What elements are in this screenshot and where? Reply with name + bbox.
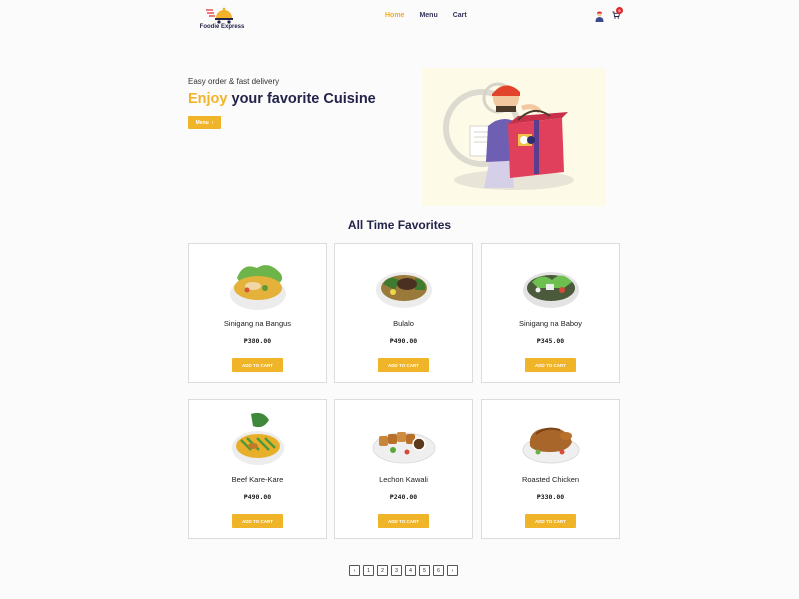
- hero-menu-button-label: Menu: [195, 119, 209, 126]
- product-price: ₱240.00: [389, 493, 418, 501]
- delivery-man-illustration: [443, 82, 574, 190]
- nav-home[interactable]: Home: [385, 12, 404, 19]
- hero-menu-button[interactable]: Menu ›: [188, 116, 221, 129]
- add-to-cart-button[interactable]: ADD TO CART: [232, 514, 283, 528]
- product-price: ₱490.00: [243, 493, 272, 501]
- roasted-chicken-image: [522, 427, 580, 464]
- hero-title-accent: Enjoy: [188, 91, 228, 107]
- sinigang-na-bangus-image: [230, 265, 286, 310]
- nav-menu[interactable]: Menu: [419, 12, 437, 19]
- pagination: ‹ 1 2 3 4 5 6 ›: [349, 565, 458, 576]
- main-nav: Home Menu Cart: [385, 12, 467, 19]
- product-card: Bulalo ₱490.00 ADD TO CART: [334, 243, 473, 383]
- pagination-page-6[interactable]: 6: [433, 565, 444, 576]
- hero-subtitle: Easy order & fast delivery: [188, 77, 280, 86]
- sinigang-na-baboy-image: [523, 272, 579, 308]
- hero-illustration: [422, 68, 606, 206]
- product-name: Lechon Kawali: [379, 475, 428, 484]
- product-price: ₱380.00: [243, 337, 272, 345]
- pagination-prev-button[interactable]: ‹: [349, 565, 360, 576]
- product-card: Lechon Kawali ₱240.00 ADD TO CART: [334, 399, 473, 539]
- product-card: Roasted Chicken ₱330.00 ADD TO CART: [481, 399, 620, 539]
- add-to-cart-button[interactable]: ADD TO CART: [378, 514, 429, 528]
- header: Foodie Express Home Menu Cart 0: [0, 0, 799, 36]
- add-to-cart-button[interactable]: ADD TO CART: [525, 514, 576, 528]
- product-price: ₱490.00: [389, 337, 418, 345]
- add-to-cart-button[interactable]: ADD TO CART: [232, 358, 283, 372]
- product-name: Roasted Chicken: [521, 475, 580, 484]
- product-card: Beef Kare-Kare ₱490.00 ADD TO CART: [188, 399, 327, 539]
- delivery-cloche-icon: [206, 7, 233, 24]
- pagination-next-button[interactable]: ›: [447, 565, 458, 576]
- beef-kare-kare-image: [232, 412, 284, 465]
- product-name: Bulalo: [393, 319, 414, 328]
- product-price: ₱330.00: [536, 493, 565, 501]
- brand-logo[interactable]: Foodie Express: [198, 4, 246, 30]
- bulalo-image: [376, 272, 432, 308]
- product-name: Sinigang na Baboy: [519, 319, 582, 328]
- lechon-kawali-image: [372, 432, 436, 464]
- pagination-page-4[interactable]: 4: [405, 565, 416, 576]
- user-avatar-icon[interactable]: [595, 11, 604, 22]
- cart-count-badge: 0: [616, 7, 623, 14]
- chevron-right-icon: ›: [211, 119, 214, 126]
- pagination-page-3[interactable]: 3: [391, 565, 402, 576]
- product-card: Sinigang na Bangus ₱380.00 ADD TO CART: [188, 243, 327, 383]
- product-price: ₱345.00: [536, 337, 565, 345]
- add-to-cart-button[interactable]: ADD TO CART: [525, 358, 576, 372]
- add-to-cart-button[interactable]: ADD TO CART: [378, 358, 429, 372]
- product-name: Beef Kare-Kare: [231, 475, 284, 484]
- hero-title: Enjoy your favorite Cuisine: [188, 91, 376, 107]
- pagination-page-2[interactable]: 2: [377, 565, 388, 576]
- section-title: All Time Favorites: [347, 218, 452, 232]
- product-name: Sinigang na Bangus: [223, 319, 292, 328]
- brand-name: Foodie Express: [199, 24, 245, 30]
- nav-cart[interactable]: Cart: [453, 12, 467, 19]
- pagination-page-5[interactable]: 5: [419, 565, 430, 576]
- hero-title-rest: your favorite Cuisine: [227, 91, 376, 107]
- pagination-page-1[interactable]: 1: [363, 565, 374, 576]
- product-card: Sinigang na Baboy ₱345.00 ADD TO CART: [481, 243, 620, 383]
